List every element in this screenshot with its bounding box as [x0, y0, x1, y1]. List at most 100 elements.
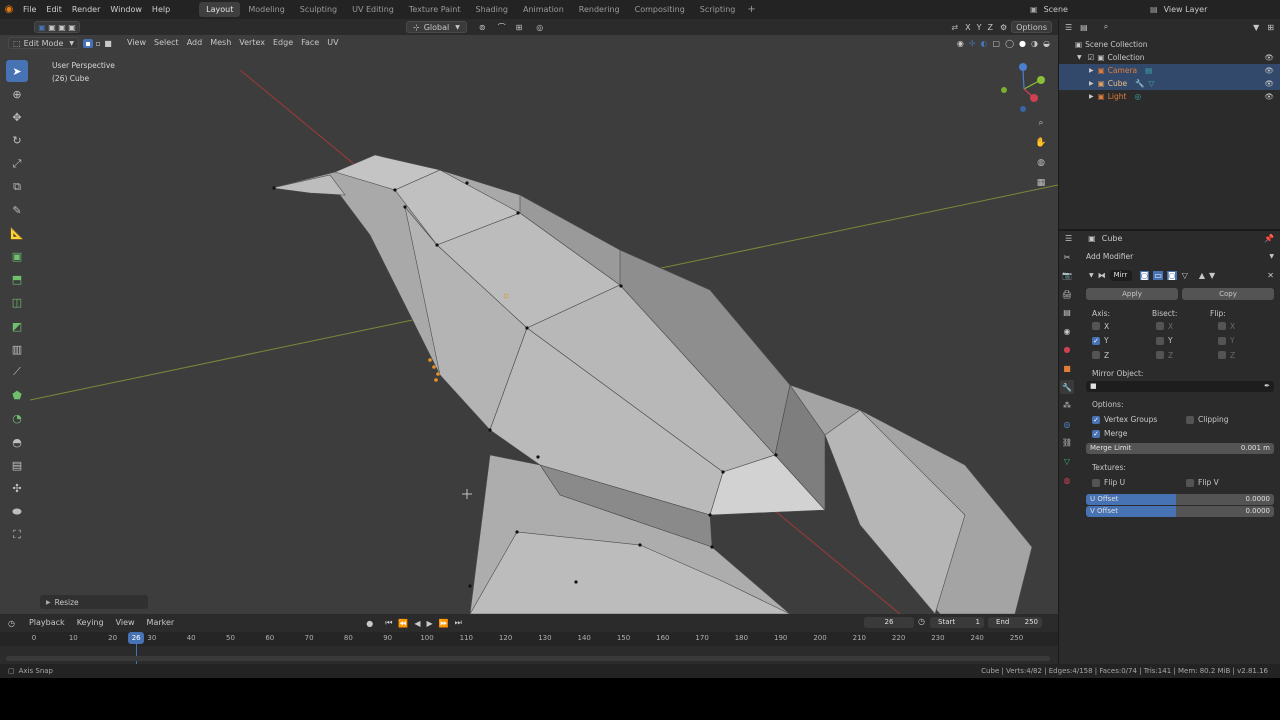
visibility-eye-icon[interactable]: 👁 [1264, 64, 1274, 77]
camera-view-icon[interactable]: ◍ [1033, 155, 1049, 171]
display-mode-icon[interactable]: ▤ [1080, 23, 1088, 32]
end-frame-field[interactable]: End 250 [988, 617, 1042, 628]
scene-selector[interactable]: ▣ Scene [1030, 3, 1068, 16]
3d-viewport[interactable]: User Perspective (26) Cube ⌕ ✋ ◍ ▦ ▶ Res… [0, 35, 1058, 614]
mirror-axis-z[interactable]: Z [984, 23, 995, 32]
menu-face[interactable]: Face [297, 37, 323, 49]
clipping-checkbox[interactable] [1186, 415, 1194, 424]
shear-tool-icon[interactable]: ⬬ [6, 501, 28, 523]
tab-rendering[interactable]: Rendering [572, 2, 627, 17]
blender-logo-icon[interactable]: ◉ [0, 4, 18, 15]
menu-edge[interactable]: Edge [269, 37, 297, 49]
material-tab-icon[interactable]: ◍ [1060, 473, 1074, 487]
rip-tool-icon[interactable]: ⛶ [6, 524, 28, 546]
collection-checkbox-icon[interactable]: ☑ [1088, 51, 1095, 64]
edge-slide-tool-icon[interactable]: ▤ [6, 454, 28, 476]
menu-window[interactable]: Window [105, 0, 147, 19]
rotate-tool-icon[interactable]: ↻ [6, 130, 28, 152]
mirror-axis-y[interactable]: Y [974, 23, 985, 32]
timeline-scrollbar[interactable] [6, 656, 1050, 661]
gizmo-icon[interactable]: ✢ [969, 39, 976, 48]
axis-x-checkbox[interactable] [1092, 322, 1100, 331]
rendered-shading-icon[interactable]: ◒ [1043, 39, 1050, 48]
overlay-icon[interactable]: ◐ [981, 39, 988, 48]
tab-scripting[interactable]: Scripting [693, 2, 743, 17]
options-menu[interactable]: Options [1011, 21, 1052, 33]
start-frame-field[interactable]: Start 1 [930, 617, 984, 628]
snap-icon[interactable]: ⌒ [498, 22, 506, 33]
merge-checkbox[interactable]: ✓ [1092, 429, 1100, 438]
cursor-tool-icon[interactable]: ⊕ [6, 83, 28, 105]
knife-tool-icon[interactable]: ⟋ [6, 361, 28, 383]
view-layer-tab-icon[interactable]: ▤ [1060, 306, 1074, 320]
poly-build-tool-icon[interactable]: ⬟ [6, 385, 28, 407]
select-extend-icon[interactable]: ▣ [47, 23, 57, 32]
filter-icon[interactable]: ▼ [1253, 23, 1259, 32]
flip-y-checkbox[interactable] [1218, 336, 1226, 345]
prev-keyframe-icon[interactable]: ⏪ [398, 619, 408, 628]
bisect-x-checkbox[interactable] [1156, 322, 1164, 331]
tab-modeling[interactable]: Modeling [241, 2, 291, 17]
collapse-arrow-icon[interactable]: ▼ [1089, 272, 1094, 279]
menu-mesh[interactable]: Mesh [206, 37, 235, 49]
vertex-select-icon[interactable]: ▪ [83, 38, 94, 48]
tree-object-camera[interactable]: ▶ ▣ Camera ▤ 👁 [1059, 64, 1280, 77]
on-cage-icon[interactable]: ▽ [1181, 271, 1189, 280]
orientation-dropdown[interactable]: ⊹ Global ▼ [406, 21, 467, 33]
extrude-tool-icon[interactable]: ⬒ [6, 269, 28, 291]
data-tab-icon[interactable]: ▽ [1060, 455, 1074, 469]
select-subtract-icon[interactable]: ▣ [57, 23, 67, 32]
merge-limit-field[interactable]: Merge Limit 0.001 m [1086, 442, 1274, 454]
flip-z-checkbox[interactable] [1218, 351, 1226, 360]
tab-texture-paint[interactable]: Texture Paint [402, 2, 468, 17]
new-collection-icon[interactable]: ⊞ [1267, 23, 1274, 32]
add-workspace-icon[interactable]: + [747, 4, 755, 15]
output-tab-icon[interactable]: 🖨 [1060, 287, 1074, 301]
face-select-icon[interactable]: ■ [103, 39, 113, 48]
smooth-tool-icon[interactable]: ◓ [6, 431, 28, 453]
pan-hand-icon[interactable]: ✋ [1033, 135, 1049, 151]
apply-button[interactable]: Apply [1086, 288, 1178, 300]
move-down-icon[interactable]: ▼ [1209, 271, 1215, 280]
jump-end-icon[interactable]: ⏭ [455, 618, 462, 628]
editor-type-icon[interactable]: ☰ [1065, 234, 1072, 243]
render-tab-icon[interactable]: 📷 [1060, 269, 1074, 283]
particles-tab-icon[interactable]: ⁂ [1060, 399, 1074, 413]
play-icon[interactable]: ▶ [427, 619, 433, 628]
eyedropper-icon[interactable]: ✒ [1264, 381, 1270, 392]
modifier-name-field[interactable]: Mirr [1109, 269, 1132, 281]
move-up-icon[interactable]: ▲ [1199, 271, 1205, 280]
mirror-object-field[interactable]: ■ ✒ [1086, 380, 1274, 392]
scene-tab-icon[interactable]: ◉ [1060, 324, 1074, 338]
visibility-eye-icon[interactable]: 👁 [1264, 51, 1274, 64]
physics-tab-icon[interactable]: ◎ [1060, 417, 1074, 431]
tab-uv-editing[interactable]: UV Editing [345, 2, 401, 17]
menu-help[interactable]: Help [147, 0, 175, 19]
constraints-tab-icon[interactable]: ⛓ [1060, 436, 1074, 450]
tree-collection[interactable]: ▼ ☑ ▣ Collection 👁 [1059, 51, 1280, 64]
tab-sculpting[interactable]: Sculpting [293, 2, 344, 17]
zoom-icon[interactable]: ⌕ [1033, 115, 1049, 131]
show-viewport-icon[interactable]: ▭ [1153, 270, 1163, 280]
search-icon[interactable]: ⌕ [1104, 22, 1108, 32]
flip-x-checkbox[interactable] [1218, 322, 1226, 331]
tree-scene-collection[interactable]: ▣ Scene Collection [1059, 38, 1280, 51]
timeline-menu-keying[interactable]: Keying [73, 617, 108, 629]
menu-select[interactable]: Select [150, 37, 183, 49]
tool-tab-icon[interactable]: ✂ [1060, 250, 1074, 264]
current-frame-field[interactable]: 26 [864, 617, 914, 628]
material-shading-icon[interactable]: ◑ [1031, 39, 1038, 48]
snap-target-icon[interactable]: ⊞ [516, 23, 523, 32]
tab-animation[interactable]: Animation [516, 2, 571, 17]
flip-u-checkbox[interactable] [1092, 478, 1100, 487]
proportional-edit-icon[interactable]: ◎ [536, 23, 543, 32]
pivot-icon[interactable]: ⊚ [479, 23, 486, 32]
menu-render[interactable]: Render [67, 0, 105, 19]
solid-shading-icon[interactable]: ● [1019, 39, 1026, 48]
tree-object-light[interactable]: ▶ ▣ Light ◎ 👁 [1059, 90, 1280, 103]
play-reverse-icon[interactable]: ◀ [414, 619, 420, 628]
grid-projection-icon[interactable]: ▦ [1033, 175, 1049, 191]
menu-edit[interactable]: Edit [41, 0, 67, 19]
loop-cut-tool-icon[interactable]: ▥ [6, 338, 28, 360]
measure-tool-icon[interactable]: 📐 [6, 222, 28, 244]
